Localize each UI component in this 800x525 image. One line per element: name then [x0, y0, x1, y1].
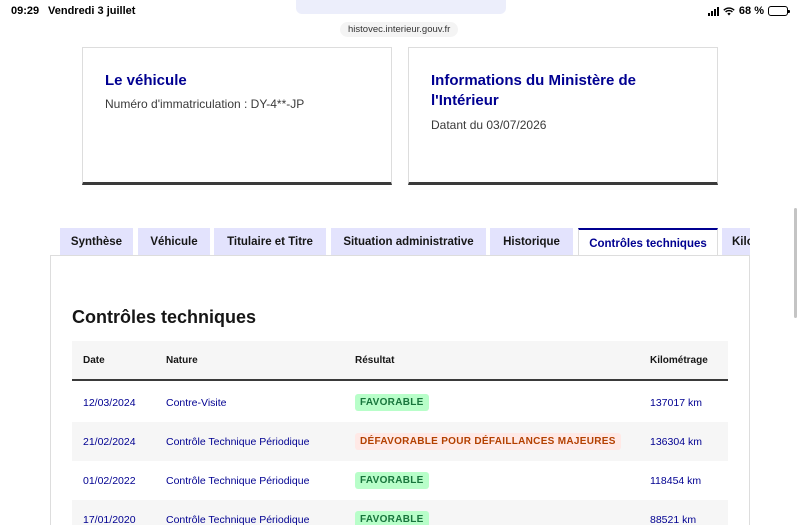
column-header-result: Résultat — [355, 355, 395, 366]
tab-controles-techniques[interactable]: Contrôles techniques — [578, 228, 718, 256]
row-km: 118454 km — [650, 475, 702, 487]
url-bar[interactable]: histovec.interieur.gouv.fr — [340, 22, 459, 37]
column-header-date: Date — [83, 355, 105, 366]
battery-percent: 68 % — [738, 5, 764, 17]
tab-synthese[interactable]: Synthèse — [60, 228, 133, 256]
row-nature: Contrôle Technique Périodique — [166, 436, 310, 448]
result-badge: FAVORABLE — [355, 394, 429, 411]
row-date: 17/01/2020 — [83, 514, 136, 525]
vehicle-card-title: Le véhicule — [105, 72, 187, 89]
row-date: 21/02/2024 — [83, 436, 136, 448]
tab-situation[interactable]: Situation administrative — [331, 228, 486, 256]
table-row: 21/02/2024 Contrôle Technique Périodique… — [72, 422, 728, 461]
status-right: 68 % — [707, 5, 790, 17]
row-km: 88521 km — [650, 514, 697, 525]
tab-bar: Synthèse Véhicule Titulaire et Titre Sit… — [60, 228, 750, 256]
result-badge: FAVORABLE — [355, 472, 429, 489]
row-nature: Contre-Visite — [166, 397, 227, 409]
row-km: 136304 km — [650, 436, 702, 448]
tab-vehicule[interactable]: Véhicule — [138, 228, 210, 256]
ministry-card-title: Informations du Ministère de l'Intérieur — [431, 72, 637, 109]
cellular-signal-icon — [707, 6, 719, 16]
table-row: 17/01/2020 Contrôle Technique Périodique… — [72, 500, 728, 525]
status-time: 09:29 — [11, 5, 40, 17]
tab-kilometrage[interactable]: Kilométrage — [722, 228, 750, 256]
table-header: Date Nature Résultat Kilométrage — [72, 341, 728, 381]
tab-historique[interactable]: Historique — [490, 228, 573, 256]
result-badge: FAVORABLE — [355, 511, 429, 525]
tab-titulaire[interactable]: Titulaire et Titre — [214, 228, 326, 256]
ministry-card: Informations du Ministère de l'Intérieur… — [408, 47, 718, 185]
table-row: 01/02/2022 Contrôle Technique Périodique… — [72, 461, 728, 500]
status-date: Vendredi 3 juillet — [48, 5, 136, 17]
row-km: 137017 km — [650, 397, 702, 409]
page-scrollbar[interactable] — [794, 208, 797, 318]
vehicle-card: Le véhicule Numéro d'immatriculation : D… — [82, 47, 392, 185]
column-header-km: Kilométrage — [650, 355, 708, 366]
header-fragment — [296, 0, 506, 14]
column-header-nature: Nature — [166, 355, 198, 366]
row-date: 01/02/2022 — [83, 475, 136, 487]
row-nature: Contrôle Technique Périodique — [166, 475, 310, 487]
vehicle-plate: Numéro d'immatriculation : DY-4**-JP — [105, 97, 305, 111]
section-title: Contrôles techniques — [72, 307, 257, 327]
row-date: 12/03/2024 — [83, 397, 136, 409]
wifi-icon — [723, 6, 735, 15]
result-badge: DÉFAVORABLE POUR DÉFAILLANCES MAJEURES — [355, 433, 621, 450]
table-row: 12/03/2024 Contre-Visite FAVORABLE 13701… — [72, 383, 728, 422]
row-nature: Contrôle Technique Périodique — [166, 514, 310, 525]
battery-icon — [768, 6, 790, 16]
ministry-date: Datant du 03/07/2026 — [431, 118, 547, 132]
